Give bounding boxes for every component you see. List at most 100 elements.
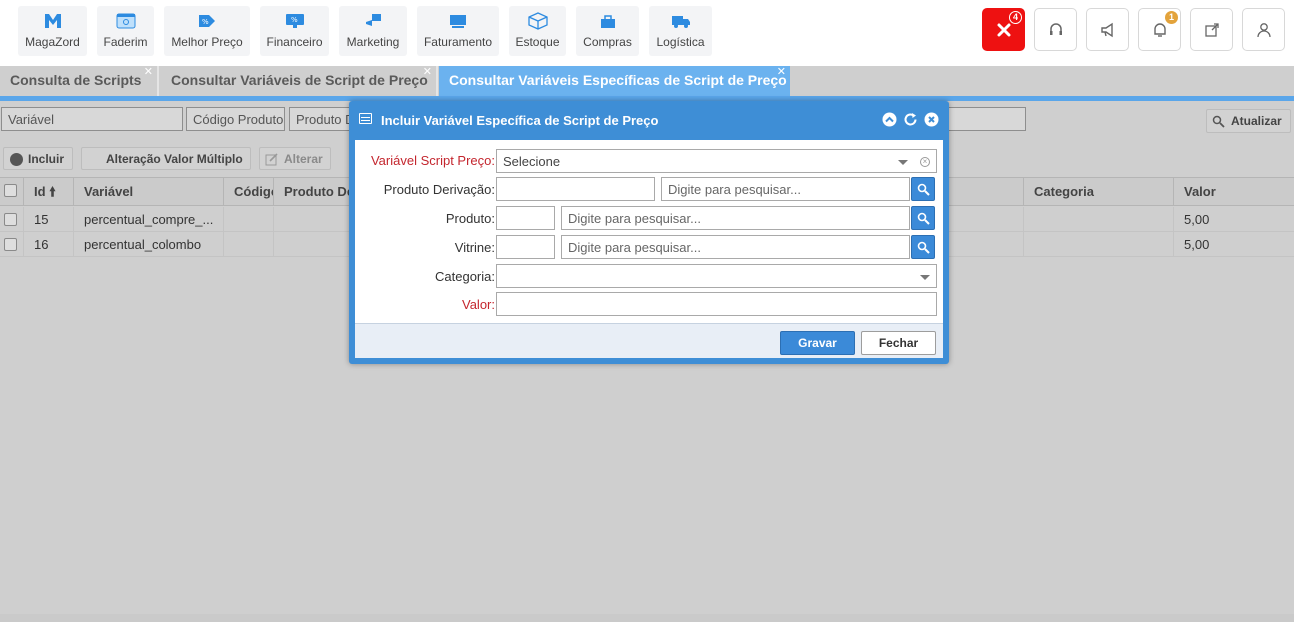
incluir-button[interactable]: Incluir [3,147,73,170]
billing-icon [450,15,466,28]
variavel-select[interactable]: Selecione × [496,149,937,173]
search-icon [917,212,930,225]
filter-codigo-produto[interactable]: Código Produto [186,107,285,131]
close-dialog-icon[interactable] [924,112,939,127]
nav-faderim[interactable]: Faderim [97,6,154,56]
form-icon [359,113,372,124]
categoria-label: Categoria: [435,269,495,284]
cell-id: 15 [24,207,74,232]
col-codigo[interactable]: Código [224,178,274,206]
filter-extra[interactable] [946,107,1026,131]
tab-consulta-scripts[interactable]: Consulta de Scripts ✕ [0,66,157,96]
sort-asc-icon: 🠙 [49,184,56,199]
refresh-icon[interactable] [903,112,918,127]
headset-icon [1050,23,1062,35]
bell-icon [1154,23,1166,37]
search-icon [917,241,930,254]
row-select-cell [0,232,24,257]
cell-valor: 5,00 [1184,237,1210,252]
announcements-button[interactable] [1086,8,1129,51]
tab-close-icon[interactable]: ✕ [144,58,153,86]
atualizar-button[interactable]: Atualizar [1206,109,1291,133]
col-id[interactable]: Id 🠙 [24,178,74,206]
tab-variaveis-especificas[interactable]: Consultar Variáveis Específicas de Scrip… [439,66,790,96]
nav-melhor-preco[interactable]: % Melhor Preço [164,6,250,56]
pager-strip [0,614,1294,622]
produto-search-button[interactable] [911,206,935,230]
open-external-button[interactable] [1190,8,1233,51]
marketing-icon [366,14,381,26]
nav-financeiro[interactable]: % Financeiro [260,6,329,56]
select-all-checkbox[interactable] [4,184,17,197]
row-checkbox[interactable] [4,238,17,251]
user-profile-button[interactable] [1242,8,1285,51]
derivacao-search-input[interactable] [661,177,910,201]
col-categoria[interactable]: Categoria [1023,178,1174,206]
vitrine-code-input[interactable] [496,235,555,259]
valor-input[interactable] [496,292,937,316]
faderim-icon [116,13,135,29]
col-valor[interactable]: Valor [1174,178,1294,206]
alterar-button[interactable]: Alterar [259,147,331,170]
dialog-footer: Gravar Fechar [355,323,943,358]
cell-produto [274,207,350,232]
close-all-tabs-button[interactable]: 4 [982,8,1025,51]
produto-label: Produto: [445,211,495,226]
derivacao-code-input[interactable] [496,177,655,201]
cell-codigo [224,232,274,257]
incluir-variavel-dialog: Incluir Variável Específica de Script de… [349,101,949,364]
tab-divider [157,66,159,96]
fechar-button[interactable]: Fechar [861,331,936,355]
nav-faturamento[interactable]: Faturamento [417,6,499,56]
produto-search-input[interactable] [561,206,910,230]
shopping-bag-icon [600,15,615,28]
filter-variavel[interactable]: Variável [1,107,183,131]
best-price-icon: % [199,15,215,27]
tab-close-icon[interactable]: ✕ [777,58,786,86]
tab-variaveis-script-preco[interactable]: Consultar Variáveis de Script de Preço ✕ [161,66,436,96]
col-produto[interactable]: Produto Derivação [274,178,350,206]
clear-icon[interactable]: × [920,157,930,167]
vitrine-search-input[interactable] [561,235,910,259]
select-all-cell [0,178,24,206]
chevron-down-icon [898,160,908,165]
edit-icon [265,153,278,166]
derivacao-search-button[interactable] [911,177,935,201]
magazord-logo-icon [44,14,61,28]
plus-circle-icon [10,153,23,166]
derivacao-label: Produto Derivação: [383,182,495,197]
nav-compras[interactable]: Compras [576,6,639,56]
row-checkbox[interactable] [4,213,17,226]
alteracao-valor-multiplo-button[interactable]: Alteração Valor Múltiplo [81,147,251,170]
row-select-cell [0,207,24,232]
cell-categoria [1023,232,1174,257]
finance-icon: % [285,14,304,28]
cell-codigo [224,207,274,232]
cell-produto [274,232,350,257]
collapse-icon[interactable] [882,112,897,127]
external-link-icon [1205,23,1219,37]
gravar-button[interactable]: Gravar [780,331,855,355]
notifications-button[interactable]: 1 [1138,8,1181,51]
tab-close-icon[interactable]: ✕ [423,58,432,86]
vitrine-search-button[interactable] [911,235,935,259]
top-navigation: MagaZord Faderim % Melhor Preço % Financ… [0,0,1294,66]
categoria-select[interactable] [496,264,937,288]
nav-magazord[interactable]: MagaZord [18,6,87,56]
dialog-title: Incluir Variável Específica de Script de… [381,113,659,128]
user-icon [1257,23,1271,38]
tab-divider [436,66,438,96]
nav-logistica[interactable]: Logística [649,6,712,56]
dialog-form: Variável Script Preço: Selecione × Produ… [355,140,943,323]
svg-text:%: % [291,16,298,24]
support-button[interactable] [1034,8,1077,51]
filter-produto[interactable]: Produto Derivação [289,107,351,131]
produto-code-input[interactable] [496,206,555,230]
vitrine-label: Vitrine: [454,240,495,255]
cell-valor: 5,00 [1184,212,1210,227]
nav-estoque[interactable]: Estoque [509,6,566,56]
chevron-down-icon [920,275,930,280]
nav-marketing[interactable]: Marketing [339,6,407,56]
tabs-count-badge: 4 [1009,11,1022,24]
col-variavel[interactable]: Variável [74,178,224,206]
